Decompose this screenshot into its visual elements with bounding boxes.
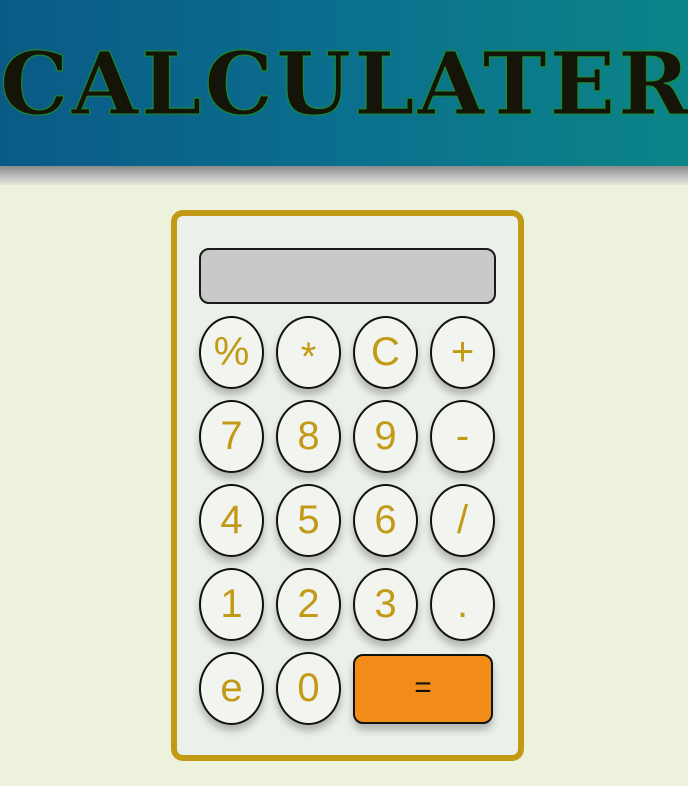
key-4[interactable]: 4	[199, 484, 264, 557]
key-6[interactable]: 6	[353, 484, 418, 557]
key-e[interactable]: e	[199, 652, 264, 725]
key-9[interactable]: 9	[353, 400, 418, 473]
key-2[interactable]: 2	[276, 568, 341, 641]
key-plus[interactable]: +	[430, 316, 495, 389]
key-5[interactable]: 5	[276, 484, 341, 557]
key-0[interactable]: 0	[276, 652, 341, 725]
key-1[interactable]: 1	[199, 568, 264, 641]
page-title: CALCULATER	[0, 34, 688, 136]
header-shadow	[0, 166, 688, 185]
key-decimal[interactable]: .	[430, 568, 495, 641]
key-minus[interactable]: -	[430, 400, 495, 473]
key-clear[interactable]: C	[353, 316, 418, 389]
calculator-display	[199, 248, 496, 304]
key-3[interactable]: 3	[353, 568, 418, 641]
equals-button[interactable]: =	[353, 654, 493, 724]
key-percent[interactable]: %	[199, 316, 264, 389]
key-8[interactable]: 8	[276, 400, 341, 473]
calculator: % * C + 7 8 9 - 4 5 6 / 1 2 3 . e 0 =	[171, 210, 524, 761]
key-7[interactable]: 7	[199, 400, 264, 473]
header-banner: CALCULATER	[0, 0, 688, 166]
key-divide[interactable]: /	[430, 484, 495, 557]
key-multiply[interactable]: *	[276, 316, 341, 389]
